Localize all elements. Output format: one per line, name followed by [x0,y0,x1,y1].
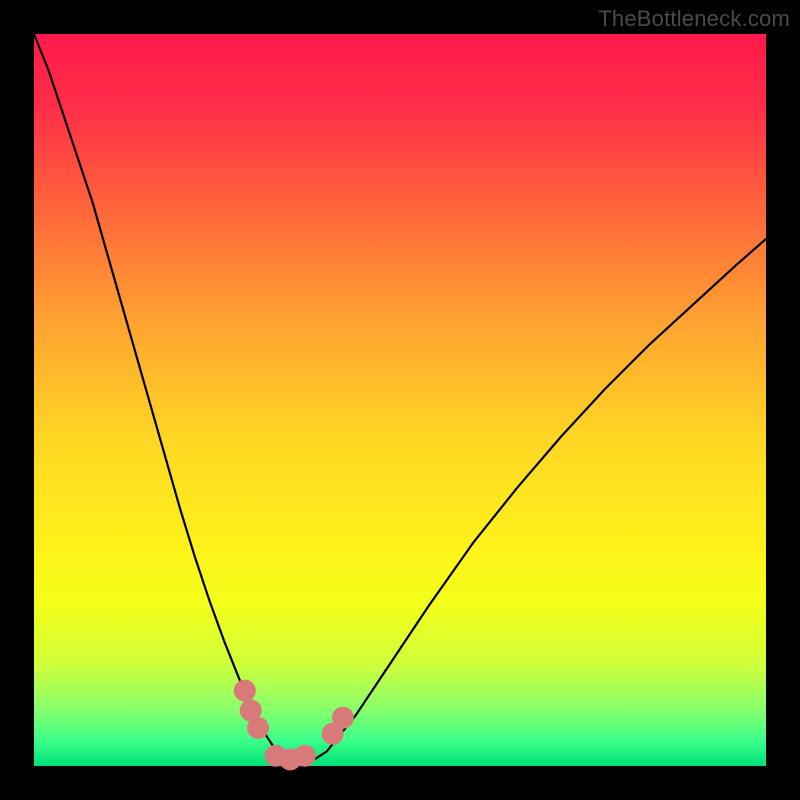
curve-marker [234,680,256,702]
curve-marker [294,745,316,767]
curve-marker [332,707,354,729]
plot-background [34,34,766,766]
curve-marker [247,717,269,739]
bottleneck-chart [0,0,800,800]
chart-frame: TheBottleneck.com [0,0,800,800]
watermark-text: TheBottleneck.com [598,6,790,32]
